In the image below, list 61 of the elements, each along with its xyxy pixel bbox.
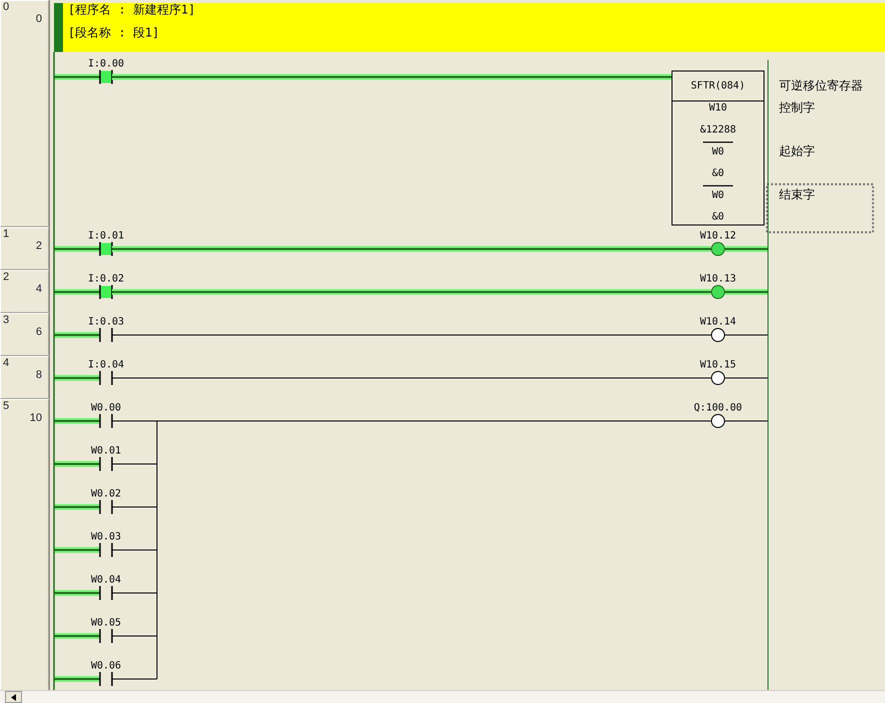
wire: [54, 332, 100, 338]
wire: [54, 676, 100, 682]
contact-address: W0.03: [90, 532, 122, 543]
header-text: [段名称 : 段1]: [68, 25, 160, 40]
contact-address: W0.00: [90, 402, 122, 414]
operand: W10: [708, 102, 728, 114]
wire: [54, 590, 100, 596]
operand: &0: [712, 168, 724, 180]
wire: [54, 246, 100, 252]
operand: &0: [712, 212, 724, 223]
contact-address: I:0.00: [88, 58, 124, 70]
wire: [725, 289, 768, 295]
wire: [724, 334, 768, 336]
contact-address: W0.04: [90, 574, 122, 586]
operand: W0: [712, 146, 724, 158]
wire: [724, 420, 768, 422]
contact-address: I:0.01: [88, 230, 124, 242]
step-number: 6: [36, 326, 42, 338]
header-text: [程序名 : 新建程序1]: [68, 2, 196, 16]
coil-address: W10.14: [700, 316, 736, 328]
step-number: 8: [36, 369, 42, 381]
instruction-comment: 可逆移位寄存器: [779, 78, 863, 92]
wire: [54, 74, 100, 80]
scroll-left-button[interactable]: [5, 691, 22, 703]
wire: [54, 289, 100, 295]
rung-number: 0: [3, 1, 10, 13]
rung-number: 3: [3, 314, 10, 326]
coil-address: W10.15: [700, 360, 736, 371]
step-number: 10: [30, 412, 42, 424]
wire: [54, 418, 100, 424]
step-number: 0: [36, 13, 42, 25]
wire: [54, 504, 100, 510]
coil-address: W10.12: [700, 230, 736, 242]
coil-address: Q:100.00: [694, 402, 742, 414]
operand: W0: [712, 190, 724, 201]
wire: [54, 633, 100, 639]
contact-address: W0.02: [90, 488, 122, 500]
step-number: 4: [36, 283, 42, 295]
step-number: 2: [36, 240, 42, 252]
operand-comment: 起始字: [779, 144, 815, 158]
wire: [725, 246, 768, 252]
contact-address: I:0.02: [88, 274, 124, 285]
operand-comment: 结束字: [779, 187, 815, 202]
operand: &12288: [700, 124, 736, 136]
wire: [54, 375, 100, 381]
wire: [54, 547, 100, 553]
left-arrow-icon: [11, 694, 16, 700]
rung-number: 2: [3, 271, 10, 283]
contact-address: I:0.04: [88, 360, 124, 371]
rung-number: 5: [3, 400, 10, 412]
instruction-name: SFTR(084): [690, 80, 746, 92]
contact-address: W0.06: [90, 660, 122, 672]
section-marker: [54, 3, 63, 52]
contact-address: W0.05: [90, 618, 122, 629]
wire: [54, 461, 100, 467]
rung-number: 1: [3, 228, 10, 240]
operand-comment: 控制字: [779, 100, 815, 114]
coil-address: W10.13: [700, 274, 736, 285]
contact-address: I:0.03: [88, 316, 124, 328]
rung-number: 4: [3, 357, 10, 369]
contact-address: W0.01: [90, 446, 122, 457]
